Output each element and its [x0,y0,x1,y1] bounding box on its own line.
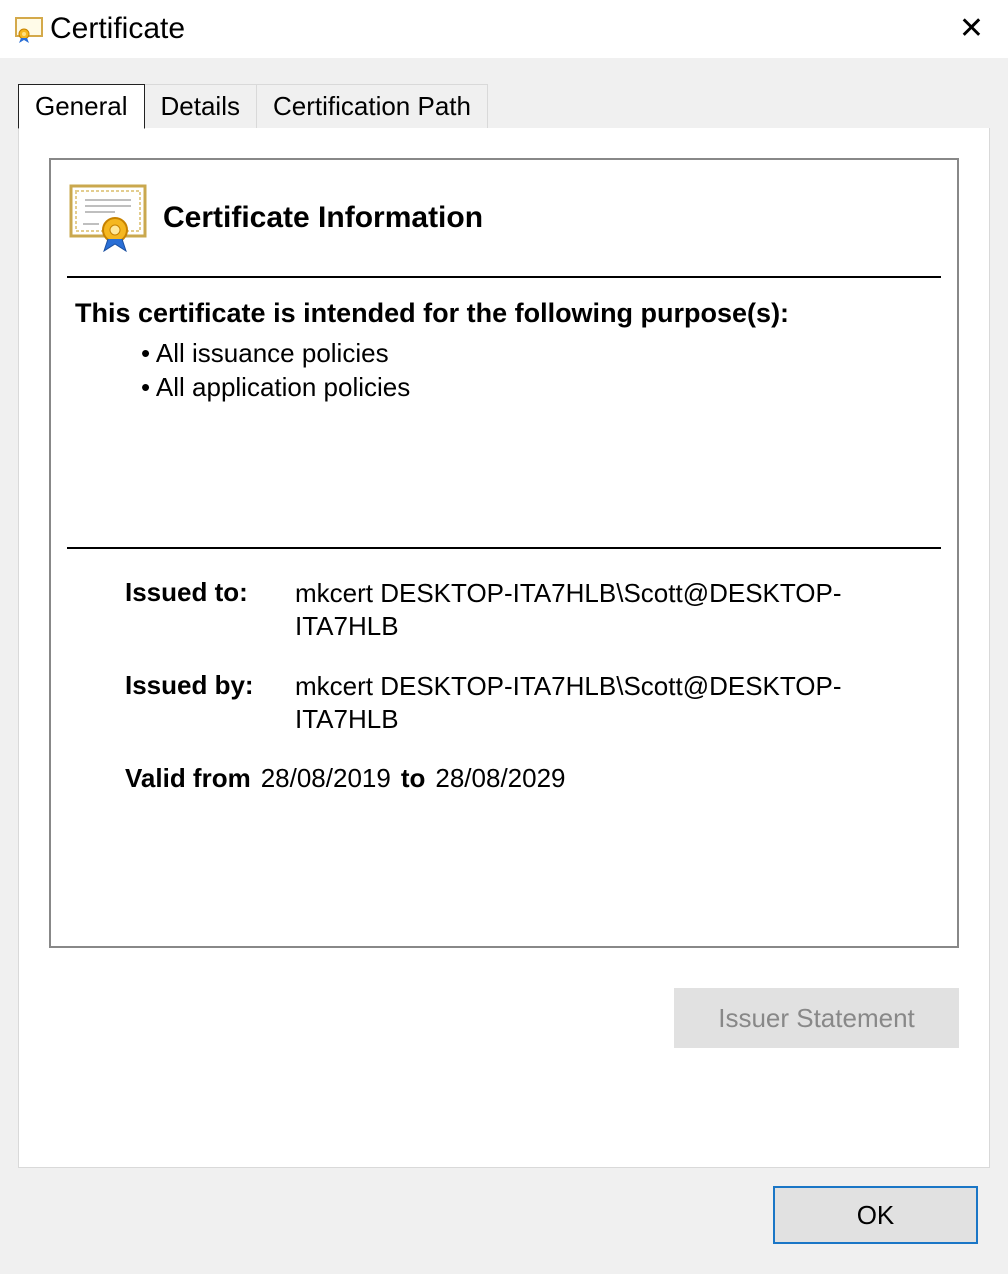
valid-to-label: to [401,763,426,794]
issued-to-value: mkcert DESKTOP-ITA7HLB\Scott@DESKTOP-ITA… [295,577,941,642]
purpose-item: All issuance policies [141,337,941,371]
close-icon[interactable]: ✕ [955,14,988,44]
tab-details[interactable]: Details [144,84,257,128]
divider [67,547,941,549]
tab-certification-path[interactable]: Certification Path [256,84,488,128]
valid-row: Valid from 28/08/2019 to 28/08/2029 [67,763,941,794]
tabs: General Details Certification Path [18,84,990,128]
purpose-item: All application policies [141,371,941,405]
cert-info-title: Certificate Information [163,201,483,235]
tab-panel-general: Certificate Information This certificate… [18,128,990,1168]
issued-by-row: Issued by: mkcert DESKTOP-ITA7HLB\Scott@… [67,670,941,735]
certificate-info-box: Certificate Information This certificate… [49,158,959,948]
issued-to-label: Issued to: [125,577,295,642]
tabs-wrapper: General Details Certification Path [0,58,1008,128]
certificate-icon [14,14,44,44]
issued-to-row: Issued to: mkcert DESKTOP-ITA7HLB\Scott@… [67,577,941,642]
ok-button[interactable]: OK [773,1186,978,1244]
purpose-heading: This certificate is intended for the fol… [67,298,941,329]
title-left: Certificate [14,12,185,46]
certificate-large-icon [67,184,149,252]
content-area: General Details Certification Path [0,58,1008,1274]
issued-by-label: Issued by: [125,670,295,735]
valid-from-value: 28/08/2019 [261,763,391,794]
titlebar: Certificate ✕ [0,0,1008,58]
cert-header: Certificate Information [67,184,941,278]
purpose-list: All issuance policies All application po… [67,337,941,547]
tab-general[interactable]: General [18,84,145,129]
valid-to-value: 28/08/2029 [435,763,565,794]
valid-from-label: Valid from [125,763,251,794]
issuer-statement-button: Issuer Statement [674,988,959,1048]
window-title: Certificate [50,12,185,46]
issued-by-value: mkcert DESKTOP-ITA7HLB\Scott@DESKTOP-ITA… [295,670,941,735]
